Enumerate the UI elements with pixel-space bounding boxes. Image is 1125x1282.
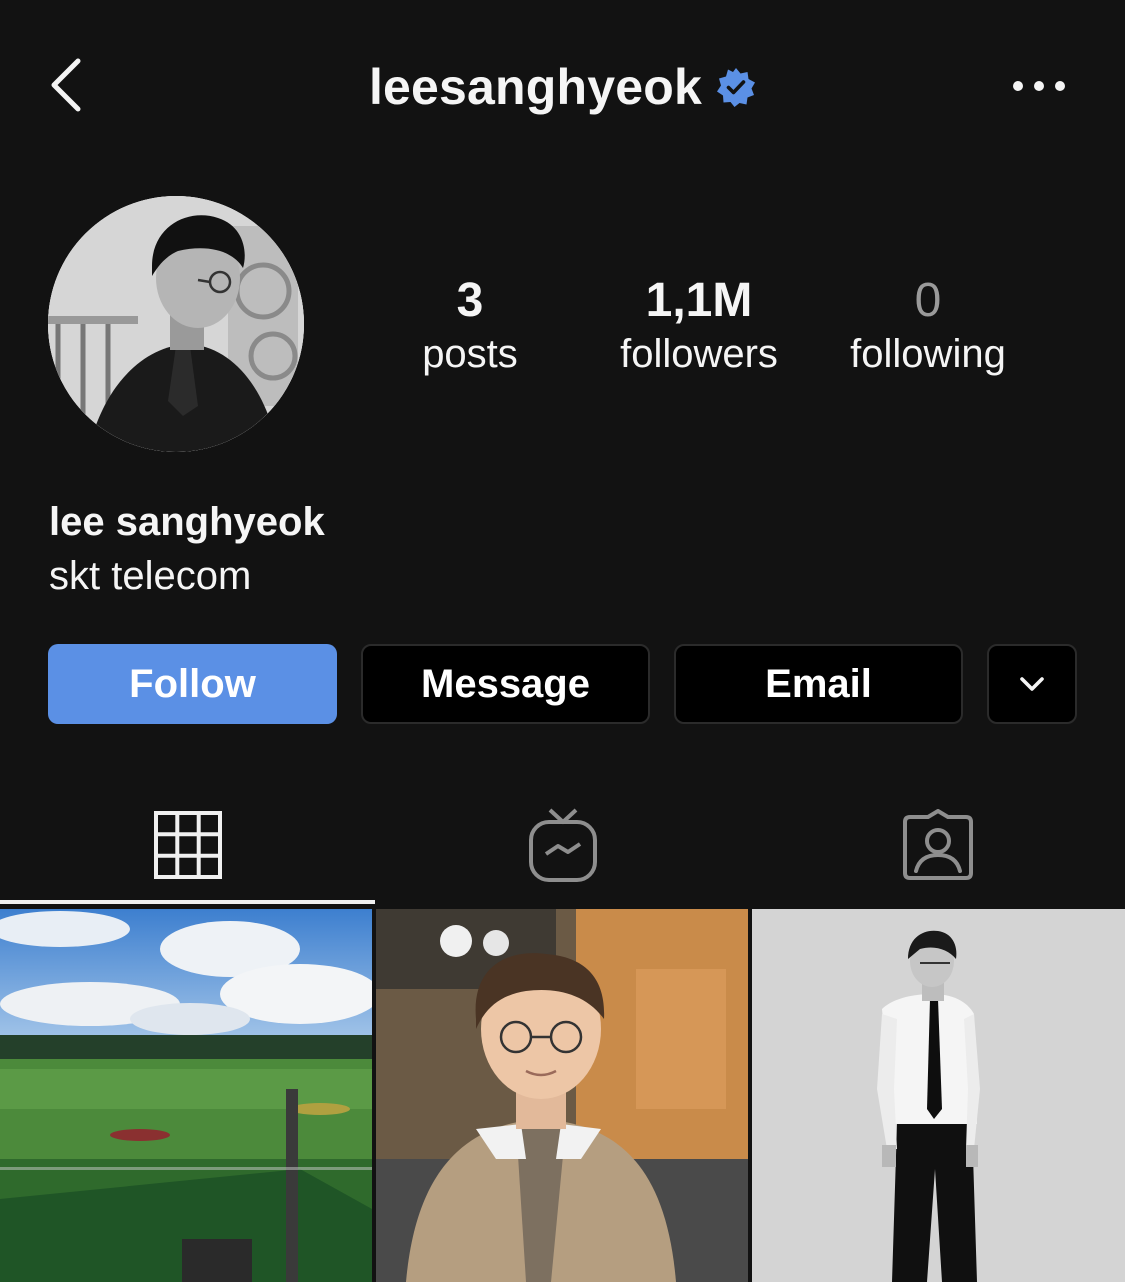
avatar[interactable] [48, 196, 304, 452]
title-row: leesanghyeok [0, 58, 1125, 116]
post-image-portrait-jacket [376, 909, 748, 1282]
profile-photo [48, 196, 304, 452]
igtv-icon [528, 808, 597, 882]
post-image-golf-range [0, 909, 372, 1282]
posts-count: 3 posts [360, 273, 580, 379]
posts-value: 3 [456, 274, 484, 327]
tab-posts-grid[interactable] [0, 790, 375, 900]
active-tab-indicator [0, 900, 375, 904]
following-label: following [850, 332, 1006, 376]
bio-text: skt telecom [49, 554, 252, 598]
profile-header: leesanghyeok [0, 0, 1125, 175]
tab-igtv[interactable] [375, 790, 750, 900]
following-value: 0 [914, 274, 942, 327]
post-thumbnail-1[interactable] [0, 909, 372, 1282]
followers-count[interactable]: 1,1M followers [589, 273, 809, 379]
more-options-button[interactable] [1010, 70, 1068, 102]
display-name: lee sanghyeok [49, 500, 325, 544]
following-count[interactable]: 0 following [818, 273, 1038, 379]
grid-icon [153, 811, 222, 879]
verified-badge-icon [717, 68, 756, 107]
message-button[interactable]: Message [361, 644, 650, 724]
follow-button[interactable]: Follow [48, 644, 337, 724]
ellipsis-icon [1013, 81, 1065, 91]
post-thumbnail-3[interactable] [752, 909, 1125, 1282]
posts-label: posts [422, 332, 518, 376]
tagged-icon [902, 809, 973, 880]
profile-username: leesanghyeok [368, 59, 703, 115]
post-image-bw-portrait [752, 909, 1125, 1282]
followers-label: followers [620, 332, 778, 376]
chevron-down-icon [1020, 677, 1044, 691]
post-thumbnail-2[interactable] [376, 909, 748, 1282]
suggested-accounts-button[interactable] [987, 644, 1077, 724]
tab-tagged[interactable] [750, 790, 1125, 900]
followers-value: 1,1M [645, 274, 753, 327]
email-button[interactable]: Email [674, 644, 963, 724]
